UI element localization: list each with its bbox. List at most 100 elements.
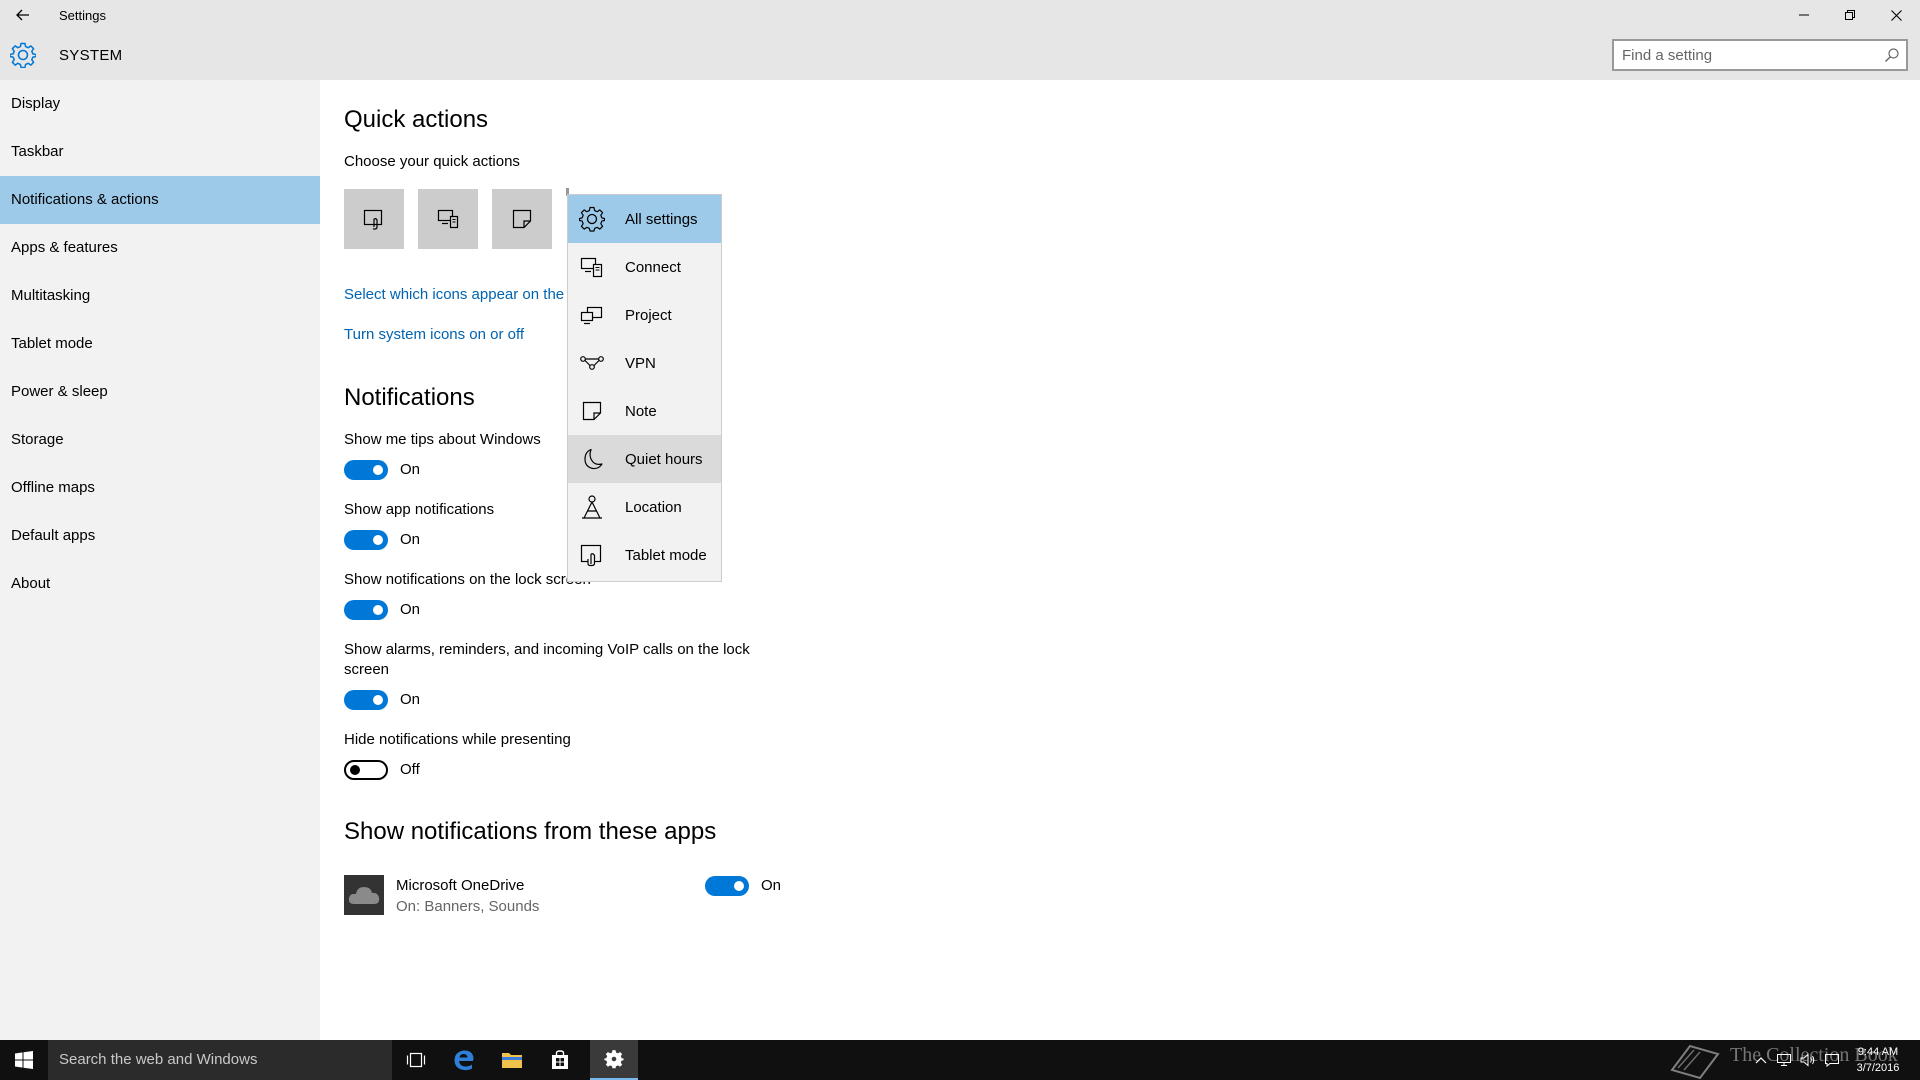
sidebar-item-multitasking[interactable]: Multitasking: [0, 272, 320, 320]
gear-icon: [604, 1050, 624, 1069]
store-button[interactable]: [536, 1040, 584, 1080]
close-button[interactable]: [1873, 0, 1919, 30]
gear-icon: [10, 42, 36, 68]
project-icon: [568, 291, 616, 339]
tablet-mode-icon: [568, 531, 616, 579]
app-detail: On: Banners, Sounds: [396, 898, 540, 915]
toggle-presenting[interactable]: [344, 760, 388, 780]
location-icon: [568, 483, 616, 531]
setting-label-alarms: Show alarms, reminders, and incoming VoI…: [344, 641, 750, 658]
sidebar-item-tablet-mode[interactable]: Tablet mode: [0, 320, 320, 368]
restore-icon: [1845, 10, 1855, 20]
toggle-state: On: [400, 531, 421, 548]
toggle-alarms[interactable]: [344, 690, 388, 710]
dropdown-item-label: Location: [625, 498, 682, 516]
connect-icon: [437, 209, 459, 229]
toggle-app-notifications[interactable]: [344, 530, 388, 550]
settings-taskbar-button[interactable]: [590, 1040, 638, 1080]
sidebar-item-about[interactable]: About: [0, 560, 320, 608]
search-input[interactable]: [1622, 46, 1872, 64]
quick-action-tile-tablet-mode[interactable]: [344, 189, 404, 249]
toggle-tips[interactable]: [344, 460, 388, 480]
dropdown-item-location[interactable]: Location: [568, 483, 721, 531]
apps-heading: Show notifications from these apps: [344, 818, 717, 845]
sidebar: Display Taskbar Notifications & actions …: [0, 80, 320, 1040]
dropdown-item-label: Tablet mode: [625, 546, 707, 564]
toggle-state: Off: [400, 761, 420, 778]
sidebar-item-default-apps[interactable]: Default apps: [0, 512, 320, 560]
dropdown-item-quiet-hours[interactable]: Quiet hours: [568, 435, 721, 483]
quick-actions-heading: Quick actions: [344, 106, 489, 133]
network-tray-button[interactable]: [1772, 1040, 1796, 1080]
setting-label-presenting: Hide notifications while presenting: [344, 731, 571, 748]
dropdown-item-vpn[interactable]: VPN: [568, 339, 721, 387]
toggle-onedrive[interactable]: [705, 876, 749, 896]
sidebar-item-storage[interactable]: Storage: [0, 416, 320, 464]
start-button[interactable]: [0, 1040, 48, 1080]
toggle-state: On: [400, 601, 421, 618]
volume-tray-button[interactable]: [1796, 1040, 1820, 1080]
taskbar: Search the web and Windows The Collectio…: [0, 1040, 1920, 1080]
dropdown-item-label: All settings: [625, 210, 698, 228]
page-title: SYSTEM: [59, 47, 123, 64]
quick-action-dropdown: All settings Connect Project VPN Note Qu…: [567, 194, 722, 582]
minimize-button[interactable]: [1781, 0, 1827, 30]
setting-label-alarms-line2: screen: [344, 661, 390, 678]
dropdown-item-label: Project: [625, 306, 672, 324]
dropdown-item-connect[interactable]: Connect: [568, 243, 721, 291]
close-icon: [1890, 9, 1902, 21]
minimize-icon: [1799, 14, 1809, 16]
sidebar-item-display[interactable]: Display: [0, 80, 320, 128]
notifications-heading: Notifications: [344, 384, 475, 411]
taskbar-search-text: Search the web and Windows: [59, 1051, 258, 1068]
chevron-up-icon: [1755, 1057, 1767, 1064]
dropdown-item-project[interactable]: Project: [568, 291, 721, 339]
note-icon: [568, 387, 616, 435]
sidebar-item-offline-maps[interactable]: Offline maps: [0, 464, 320, 512]
settings-header: SYSTEM: [0, 30, 1920, 80]
search-icon[interactable]: [1884, 47, 1900, 63]
back-arrow-icon[interactable]: [8, 0, 38, 30]
sidebar-item-taskbar[interactable]: Taskbar: [0, 128, 320, 176]
store-icon: [552, 1050, 568, 1069]
connect-icon: [568, 243, 616, 291]
book-watermark-icon: [1670, 1044, 1720, 1080]
clock-date: 3/7/2016: [1856, 1062, 1900, 1074]
taskbar-clock[interactable]: 9:44 AM 3/7/2016: [1848, 1044, 1908, 1076]
show-hidden-icons-button[interactable]: [1750, 1040, 1772, 1080]
task-view-button[interactable]: [392, 1040, 440, 1080]
dropdown-item-all-settings[interactable]: All settings: [568, 195, 721, 243]
toggle-lock-screen[interactable]: [344, 600, 388, 620]
system-icons-link[interactable]: Turn system icons on or off: [344, 326, 524, 343]
select-icons-link[interactable]: Select which icons appear on the: [344, 286, 564, 303]
setting-label-tips: Show me tips about Windows: [344, 431, 541, 448]
clock-time: 9:44 AM: [1857, 1046, 1899, 1058]
message-icon: [1825, 1054, 1839, 1067]
file-explorer-button[interactable]: [488, 1040, 536, 1080]
search-box[interactable]: [1612, 39, 1908, 71]
restore-button[interactable]: [1827, 0, 1873, 30]
toggle-state: On: [400, 691, 421, 708]
toggle-state: On: [400, 461, 421, 478]
dropdown-item-label: Connect: [625, 258, 681, 276]
vpn-icon: [568, 339, 616, 387]
app-name: Microsoft OneDrive: [396, 877, 525, 894]
sidebar-item-notifications-actions[interactable]: Notifications & actions: [0, 176, 320, 224]
sidebar-item-power-sleep[interactable]: Power & sleep: [0, 368, 320, 416]
quick-action-tile-note[interactable]: [492, 189, 552, 249]
sidebar-item-apps-features[interactable]: Apps & features: [0, 224, 320, 272]
main-content: Quick actions Choose your quick actions …: [320, 80, 1920, 1040]
taskbar-search[interactable]: Search the web and Windows: [48, 1040, 392, 1080]
task-view-icon: [406, 1052, 426, 1068]
dropdown-item-tablet-mode[interactable]: Tablet mode: [568, 531, 721, 579]
dropdown-item-note[interactable]: Note: [568, 387, 721, 435]
quick-action-tile-connect[interactable]: [418, 189, 478, 249]
gear-icon: [568, 195, 616, 243]
edge-icon: [454, 1050, 474, 1071]
setting-label-lock-screen: Show notifications on the lock screen: [344, 571, 591, 588]
volume-icon: [1800, 1053, 1815, 1067]
action-center-button[interactable]: [1820, 1040, 1844, 1080]
dropdown-item-label: Note: [625, 402, 657, 420]
edge-button[interactable]: [440, 1040, 488, 1080]
network-icon: [1777, 1054, 1791, 1066]
